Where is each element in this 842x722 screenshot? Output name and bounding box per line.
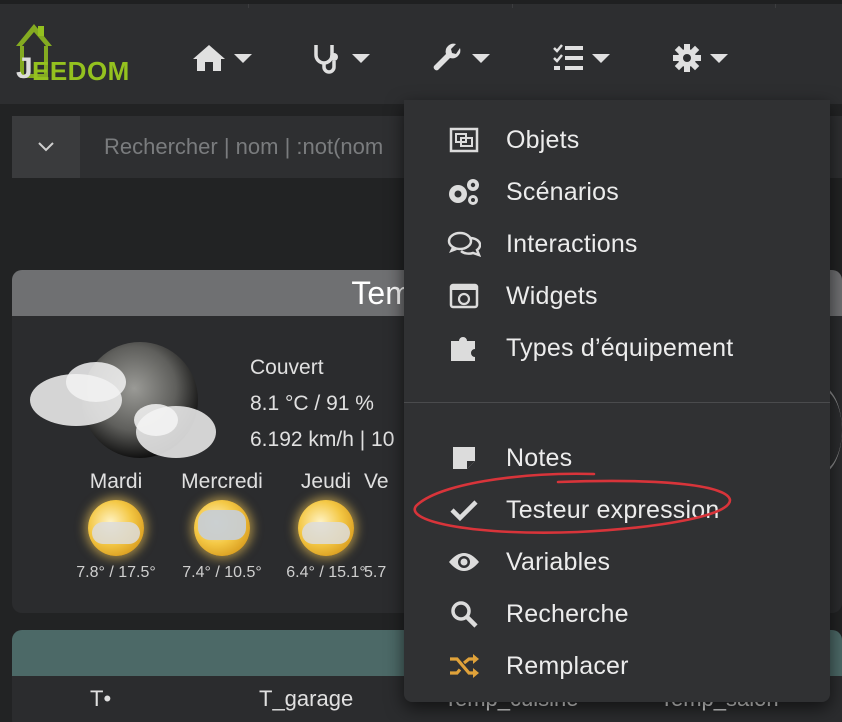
widget-icon	[446, 278, 482, 314]
menu-item-label: Notes	[506, 443, 573, 472]
chevron-down-icon	[352, 53, 370, 63]
forecast-day-label: Mardi	[89, 470, 143, 493]
wrench-icon	[433, 43, 461, 71]
weather-moon-cloud-icon	[30, 342, 216, 458]
tools-dropdown-menu: Objets Scénarios Interactions Widgets Ty…	[404, 100, 830, 702]
puzzle-icon	[446, 330, 482, 366]
chevron-down-icon	[472, 53, 490, 63]
nav-tools-menu[interactable]	[432, 38, 490, 78]
menu-item-variables[interactable]: Variables	[404, 538, 830, 586]
forecast-temps: 6.4° / 15.1°	[286, 564, 366, 581]
chevron-down-icon	[710, 53, 728, 63]
current-weather: Couvert 8.1 °C / 91 % 6.192 km/h | 10	[250, 350, 394, 458]
menu-item-label: Types d’équipement	[506, 333, 734, 362]
menu-item-label: Variables	[506, 547, 611, 576]
forecast-day: Jeudi 6.4° / 15.1°	[276, 470, 376, 582]
tasks-icon	[553, 44, 583, 70]
comments-icon	[446, 226, 482, 262]
forecast-day: Mardi 7.8° / 17.5°	[66, 470, 166, 582]
menu-divider	[404, 402, 830, 403]
menu-item-widgets[interactable]: Widgets	[404, 272, 830, 320]
nav-plugins-menu[interactable]	[552, 38, 610, 78]
gear-icon	[673, 44, 701, 72]
temp-label: T_garage	[259, 686, 354, 711]
svg-text:J: J	[16, 52, 33, 82]
partly-sunny-icon	[298, 500, 354, 556]
jeedom-logo[interactable]: J EEDOM	[12, 20, 157, 88]
forecast-temps: 7.4° / 10.5°	[182, 564, 262, 581]
forecast-day-label: Mercredi	[181, 470, 263, 493]
home-icon	[193, 45, 225, 71]
random-icon	[446, 648, 482, 684]
top-navbar: J EEDOM	[0, 0, 842, 104]
forecast-day: Mercredi 7.4° / 10.5°	[172, 470, 272, 582]
menu-item-objets[interactable]: Objets	[404, 116, 830, 164]
forecast-temps: 7.8° / 17.5°	[76, 564, 156, 581]
chevron-down-icon	[234, 53, 252, 63]
object-group-icon	[446, 122, 482, 158]
logo-text: EEDOM	[32, 56, 130, 86]
menu-item-recherche[interactable]: Recherche	[404, 590, 830, 638]
nav-analysis-menu[interactable]	[312, 38, 370, 78]
menu-item-label: Objets	[506, 125, 580, 154]
menu-item-types-equipement[interactable]: Types d’équipement	[404, 324, 830, 372]
weather-condition: Couvert	[250, 356, 324, 379]
forecast-day-label: Jeudi	[300, 470, 352, 493]
partly-sunny-icon	[88, 500, 144, 556]
eye-icon	[446, 544, 482, 580]
weather-temp-humidity: 8.1 °C / 91 %	[250, 392, 374, 415]
menu-item-label: Scénarios	[506, 177, 619, 206]
rain-cloud-icon	[194, 500, 250, 556]
nav-home-menu[interactable]	[192, 38, 252, 78]
nav-settings-menu[interactable]	[672, 38, 728, 78]
menu-item-label: Widgets	[506, 281, 598, 310]
search-icon	[446, 596, 482, 632]
annotation-circle	[413, 472, 732, 534]
menu-item-scenarios[interactable]: Scénarios	[404, 168, 830, 216]
weather-wind: 6.192 km/h | 10	[250, 428, 395, 451]
cogs-icon	[446, 174, 482, 210]
temp-label: T•	[90, 686, 112, 711]
chevron-down-icon	[38, 142, 54, 152]
stethoscope-icon	[314, 45, 338, 74]
search-filter-toggle[interactable]	[12, 116, 80, 178]
menu-item-remplacer[interactable]: Remplacer	[404, 642, 830, 690]
menu-item-label: Interactions	[506, 229, 638, 258]
menu-item-interactions[interactable]: Interactions	[404, 220, 830, 268]
menu-item-label: Recherche	[506, 599, 629, 628]
chevron-down-icon	[592, 53, 610, 63]
menu-item-label: Remplacer	[506, 651, 629, 680]
